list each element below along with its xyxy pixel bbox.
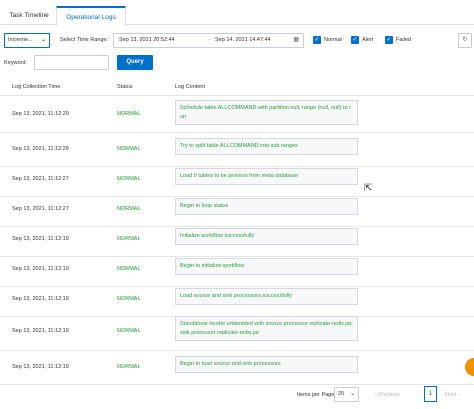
log-status: NORMAL (117, 206, 141, 212)
time-range-label: Select Time Range: (60, 37, 108, 43)
next-page-label: Next (445, 392, 457, 398)
normal-checkbox-label: Normal (324, 37, 342, 43)
log-content: Standalone herder embedded with source p… (175, 316, 358, 341)
log-time: Sep 13, 2021, 11:12:29 (12, 111, 69, 117)
table-row: Sep 13, 2021, 11:12:27 NORMAL Begin to l… (0, 193, 474, 227)
table-row: Sep 13, 2021, 11:12:27 NORMAL Load 0 tab… (0, 163, 474, 197)
log-time: Sep 13, 2021, 11:12:27 (12, 176, 69, 182)
failed-checkbox-label: Failed (396, 37, 411, 43)
check-icon: ✓ (385, 35, 393, 44)
alert-checkbox-label: Alert (362, 37, 374, 43)
time-range-start[interactable]: Sep 13, 2021 20:52:44 (119, 34, 175, 47)
log-content: Try to split table ALLCOMMAND into sub r… (175, 138, 358, 155)
keyword-input[interactable] (34, 55, 109, 70)
log-content: Begin to initialize workflow (175, 258, 358, 275)
table-row: Sep 13, 2021, 11:12:19 NORMAL Load sourc… (0, 283, 474, 317)
log-status: NORMAL (117, 296, 141, 302)
pagination: Items per Page 20 ⌄ ‹ Previous 1 Next › (0, 384, 474, 406)
chevron-left-icon: ‹ (375, 392, 377, 398)
check-icon: ✓ (313, 35, 321, 44)
log-time: Sep 13, 2021, 11:12:19 (12, 296, 69, 302)
log-content: Begin to load source and sink processors (175, 356, 358, 373)
chevron-down-icon: ⌄ (349, 391, 355, 397)
normal-checkbox[interactable]: ✓ Normal (313, 35, 342, 47)
log-level-select-value: Increme... (8, 37, 33, 43)
table-row: Sep 13, 2021, 11:12:28 NORMAL Try to spl… (0, 133, 474, 167)
table-header: Log Collection Time Status Log Content (0, 79, 474, 96)
log-status: NORMAL (117, 146, 141, 152)
log-status: NORMAL (117, 364, 141, 370)
alert-checkbox[interactable]: ✓ Alert (351, 35, 373, 47)
time-range-separator: - (208, 37, 210, 43)
page-number-current[interactable]: 1 (424, 386, 437, 402)
column-header-content: Log Content (175, 84, 205, 90)
chevron-right-icon: › (457, 392, 460, 398)
log-time: Sep 13, 2021, 11:12:27 (12, 206, 69, 212)
log-content: Begin to loop status (175, 198, 358, 215)
tab-bar: Task Timeline Operational Logs (0, 0, 474, 26)
log-content: Initialize workflow successfully (175, 228, 358, 245)
mouse-pointer-icon: ⇱ (364, 183, 373, 194)
chevron-down-icon: ⌄ (40, 37, 46, 43)
log-time: Sep 13, 2021, 11:12:19 (12, 266, 69, 272)
time-range-end[interactable]: Sep 14, 2021 14:47:44 (215, 34, 271, 47)
tab-operational-logs[interactable]: Operational Logs (56, 6, 126, 26)
tab-task-timeline[interactable]: Task Timeline (6, 6, 52, 25)
column-header-status: Status (117, 84, 133, 90)
calendar-icon[interactable]: ▦ (293, 34, 299, 47)
log-status: NORMAL (117, 328, 141, 334)
log-status: NORMAL (117, 176, 141, 182)
query-button[interactable]: Query (117, 55, 153, 70)
items-per-page-select[interactable]: 20 ⌄ (334, 387, 359, 402)
log-time: Sep 13, 2021, 11:12:19 (12, 236, 69, 242)
time-range-picker[interactable]: Sep 13, 2021 20:52:44 - Sep 14, 2021 14:… (113, 33, 304, 48)
log-status: NORMAL (117, 111, 141, 117)
next-page-button[interactable]: Next › (445, 388, 460, 402)
previous-page-label: Previous (378, 392, 400, 398)
log-time: Sep 13, 2021, 11:12:28 (12, 146, 69, 152)
log-content: Schedule table ALLCOMMAND with partition… (175, 100, 358, 125)
column-header-time: Log Collection Time (12, 84, 61, 90)
items-per-page-value: 20 (338, 391, 345, 397)
table-row: Sep 13, 2021, 11:12:19 NORMAL Begin to l… (0, 351, 474, 385)
table-row: Sep 13, 2021, 11:12:29 NORMAL Schedule t… (0, 97, 474, 133)
filter-bar: Increme... ⌄ Select Time Range: Sep 13, … (0, 31, 474, 51)
table-row: Sep 13, 2021, 11:12:19 NORMAL Begin to i… (0, 253, 474, 287)
log-time: Sep 13, 2021, 11:12:19 (12, 364, 69, 370)
keyword-label: Keyword: (4, 60, 27, 66)
table-row: Sep 13, 2021, 11:12:19 NORMAL Standalone… (0, 313, 474, 351)
table-row: Sep 13, 2021, 11:12:19 NORMAL Initialize… (0, 223, 474, 257)
log-status: NORMAL (117, 236, 141, 242)
failed-checkbox[interactable]: ✓ Failed (385, 35, 411, 47)
refresh-icon[interactable]: ↻ (458, 33, 472, 48)
items-per-page-label: Items per Page (297, 392, 335, 398)
log-content: Load 0 tables to be process from meta da… (175, 168, 358, 185)
log-level-select[interactable]: Increme... ⌄ (4, 33, 50, 48)
log-time: Sep 13, 2021, 11:12:19 (12, 328, 69, 334)
log-status: NORMAL (117, 266, 141, 272)
check-icon: ✓ (351, 35, 359, 44)
log-content: Load source and sink processors successf… (175, 288, 358, 305)
previous-page-button[interactable]: ‹ Previous (375, 388, 400, 402)
